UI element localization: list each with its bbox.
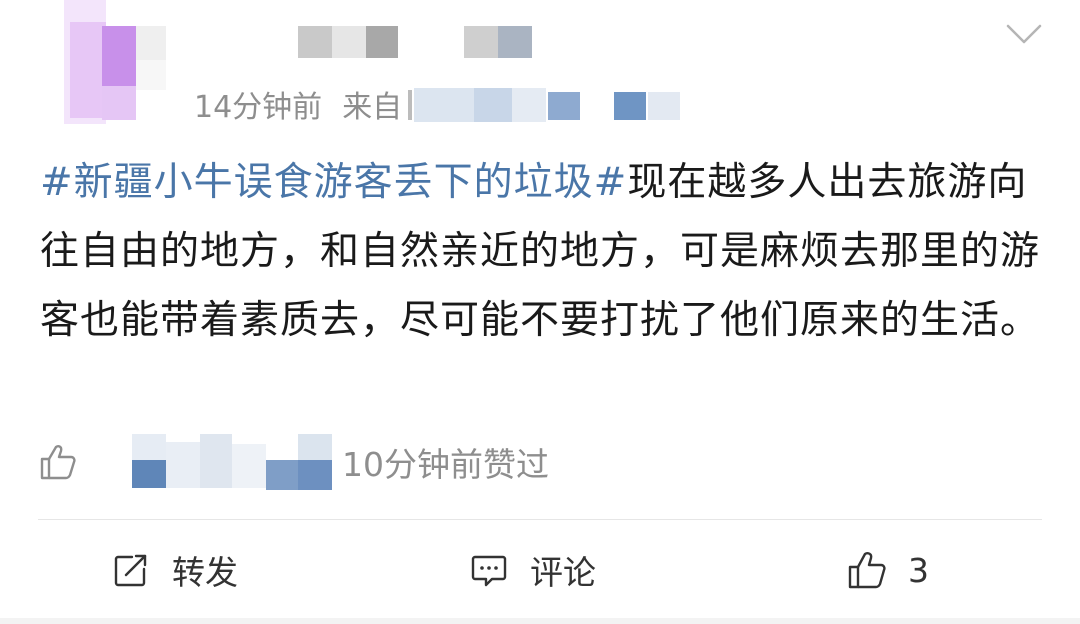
thumbs-up-icon <box>40 445 76 480</box>
like-button[interactable]: 3 <box>846 546 929 594</box>
comment-label: 评论 <box>530 553 596 592</box>
bottom-separator <box>0 618 1080 624</box>
post-source-blurred[interactable] <box>408 84 688 124</box>
divider <box>38 519 1042 520</box>
thumbs-up-icon <box>848 552 886 589</box>
avatar[interactable] <box>64 0 168 124</box>
comment-button[interactable]: 评论 <box>470 546 596 594</box>
topic-link[interactable]: #新疆小牛误食游客丢下的垃圾# <box>40 160 627 205</box>
repost-icon <box>114 554 147 587</box>
liked-time-text: 10分钟前赞过 <box>342 445 549 484</box>
comment-icon <box>471 555 507 587</box>
repost-button[interactable]: 转发 <box>112 546 238 594</box>
liked-by-row: 10分钟前赞过 <box>38 434 549 490</box>
like-count: 3 <box>908 550 929 590</box>
post-content: #新疆小牛误食游客丢下的垃圾#现在越多人出去旅游向往自由的地方，和自然亲近的地方… <box>40 148 1040 355</box>
chevron-down-icon[interactable] <box>1004 20 1044 48</box>
repost-label: 转发 <box>172 553 238 592</box>
likers-blurred[interactable] <box>132 434 332 490</box>
post-time: 14分钟前 <box>194 90 323 125</box>
post-source-label: 来自 <box>342 90 403 125</box>
username-blurred[interactable] <box>298 26 538 60</box>
post-meta: 14分钟前 来自 <box>194 84 688 125</box>
